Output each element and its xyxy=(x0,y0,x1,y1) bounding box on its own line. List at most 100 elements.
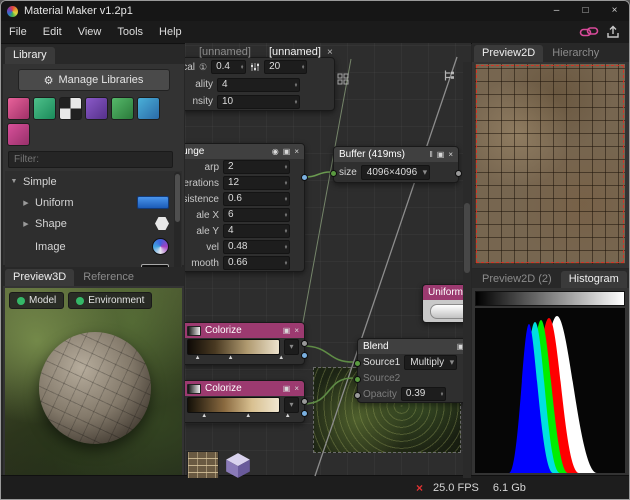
output-port[interactable] xyxy=(455,170,462,177)
info-badge-icon[interactable]: ① xyxy=(199,62,207,73)
value-spinbox[interactable]: 0.6 xyxy=(223,192,290,206)
value-spinbox[interactable]: 0.66 xyxy=(223,256,290,270)
preview2d-texture[interactable] xyxy=(475,64,625,264)
tab-preview2d[interactable]: Preview2D xyxy=(474,45,543,62)
library-flow-icon[interactable] xyxy=(137,97,160,120)
graph-scrollbar[interactable] xyxy=(463,62,471,478)
value-spinbox[interactable]: 4 xyxy=(217,78,300,92)
output-port[interactable] xyxy=(301,352,308,359)
graph-tab-2[interactable]: [unnamed] × xyxy=(261,43,341,61)
library-pattern-icon[interactable] xyxy=(59,97,82,120)
chevron-right-icon[interactable]: ▶ xyxy=(21,199,31,207)
manage-libraries-button[interactable]: ⚙ Manage Libraries xyxy=(18,69,170,91)
graph-tab-1[interactable]: [unnamed] xyxy=(191,43,259,61)
preview-icon[interactable]: ▣ xyxy=(283,381,291,396)
value-spinbox[interactable]: 4 xyxy=(223,224,290,238)
node-header[interactable]: Colorize ▣ × xyxy=(185,381,304,396)
tab-histogram[interactable]: Histogram xyxy=(561,271,627,288)
tab-preview3d[interactable]: Preview3D xyxy=(5,269,74,286)
value-spinbox[interactable]: 10 xyxy=(217,95,300,109)
preview-icon[interactable]: ▣ xyxy=(437,147,445,162)
tree-item-shape[interactable]: ▶ Shape xyxy=(5,213,182,234)
node-blend[interactable]: Blend ▣ × Source1 Multiply Source2 Opaci… xyxy=(357,338,471,403)
environment-button[interactable]: Environment xyxy=(68,292,152,309)
tab-hierarchy[interactable]: Hierarchy xyxy=(544,45,607,62)
node-header[interactable]: Blend ▣ × xyxy=(358,339,471,354)
pause-icon[interactable]: ‖ xyxy=(429,147,432,162)
model-button[interactable]: Model xyxy=(9,292,64,309)
maximize-button[interactable]: □ xyxy=(571,1,600,21)
blend-mode-dropdown[interactable]: Multiply xyxy=(404,355,457,370)
menu-help[interactable]: Help xyxy=(151,21,190,43)
input-port[interactable] xyxy=(354,392,361,399)
hierarchy-icon[interactable] xyxy=(443,69,456,82)
value-spinbox[interactable]: 12 xyxy=(223,176,290,190)
gradient-editor[interactable] xyxy=(187,397,280,413)
value-spinbox[interactable]: 0.4 xyxy=(211,60,246,74)
value-spinbox[interactable]: 6 xyxy=(223,208,290,222)
menu-file[interactable]: File xyxy=(1,21,35,43)
tab-preview2d-2[interactable]: Preview2D (2) xyxy=(474,271,560,288)
cube-3d-icon[interactable] xyxy=(224,451,252,478)
minimize-button[interactable]: – xyxy=(542,1,571,21)
library-scrollbar[interactable] xyxy=(174,172,181,278)
tab-library[interactable]: Library xyxy=(5,47,55,64)
close-button[interactable]: × xyxy=(600,1,629,21)
brick-node-thumbnail[interactable] xyxy=(187,451,219,478)
chevron-right-icon[interactable]: ▶ xyxy=(21,220,31,228)
node-buffer[interactable]: Buffer (419ms) ‖ ▣ × size 4096×4096 xyxy=(333,146,459,183)
input-port[interactable] xyxy=(354,360,361,367)
node-colorize-2[interactable]: Colorize ▣ × ▾ ▲ ▲ ▲ xyxy=(185,380,305,423)
node-header[interactable]: Buffer (419ms) ‖ ▣ × xyxy=(334,147,458,162)
value-spinbox[interactable]: 2 xyxy=(223,160,290,174)
gradient-editor[interactable] xyxy=(187,339,280,355)
tab-close-icon[interactable]: × xyxy=(327,47,333,58)
menu-tools[interactable]: Tools xyxy=(109,21,151,43)
opacity-spinbox[interactable]: 0.39 xyxy=(401,387,446,401)
close-icon[interactable]: × xyxy=(294,381,299,396)
gradient-markers[interactable]: ▲ ▲ ▲ xyxy=(188,356,298,364)
preview-icon[interactable]: ▣ xyxy=(283,144,291,159)
gradient-marker[interactable]: ▲ xyxy=(245,413,251,419)
output-port[interactable] xyxy=(301,340,308,347)
gradient-marker[interactable]: ▲ xyxy=(195,355,201,361)
sliders-icon[interactable] xyxy=(250,62,260,72)
gradient-menu-button[interactable]: ▾ xyxy=(284,339,299,355)
pin-icon[interactable]: ◉ xyxy=(272,144,279,159)
preview3d-viewport[interactable]: Model Environment xyxy=(5,288,182,476)
export-icon[interactable] xyxy=(605,25,621,39)
tree-item-simple[interactable]: ▼ Simple xyxy=(5,171,182,192)
value-spinbox[interactable]: 0.48 xyxy=(223,240,290,254)
preview-icon[interactable]: ▣ xyxy=(283,323,291,338)
tab-reference[interactable]: Reference xyxy=(75,269,142,286)
close-icon[interactable]: × xyxy=(294,144,299,159)
buffer-size-dropdown[interactable]: 4096×4096 xyxy=(361,165,430,180)
close-icon[interactable]: × xyxy=(448,147,453,162)
link-icon[interactable] xyxy=(579,25,599,39)
close-icon[interactable]: × xyxy=(294,323,299,338)
node-colorize-1[interactable]: Colorize ▣ × ▾ ▲ ▲ ▲ xyxy=(185,322,305,365)
library-nodes-icon[interactable] xyxy=(85,97,108,120)
output-port[interactable] xyxy=(301,174,308,181)
node-header[interactable]: Grunge ◉ ▣ × xyxy=(185,144,304,159)
gradient-marker[interactable]: ▲ xyxy=(201,413,207,419)
library-3d-icon[interactable] xyxy=(33,97,56,120)
node-partial-top[interactable]: th-cal ① 0.4 20 ality 4 nsity 10 xyxy=(185,57,335,111)
output-port[interactable] xyxy=(301,398,308,405)
node-grunge[interactable]: Grunge ◉ ▣ × arp2 erations12 ersistence0… xyxy=(185,143,305,272)
library-grid-icon[interactable] xyxy=(111,97,134,120)
input-port[interactable] xyxy=(354,376,361,383)
menu-view[interactable]: View xyxy=(70,21,110,43)
gradient-markers[interactable]: ▲ ▲ ▲ xyxy=(188,414,298,422)
node-header[interactable]: Colorize ▣ × xyxy=(185,323,304,338)
input-port[interactable] xyxy=(330,170,337,177)
menu-edit[interactable]: Edit xyxy=(35,21,70,43)
library-extra-icon[interactable] xyxy=(7,123,30,146)
gradient-marker[interactable]: ▲ xyxy=(228,355,234,361)
tree-item-image[interactable]: Image xyxy=(5,234,182,259)
library-base-icon[interactable] xyxy=(7,97,30,120)
tree-item-uniform[interactable]: ▶ Uniform xyxy=(5,192,182,213)
gradient-marker[interactable]: ▲ xyxy=(278,355,284,361)
grid-icon[interactable] xyxy=(337,73,349,85)
gradient-menu-button[interactable]: ▾ xyxy=(284,397,299,413)
